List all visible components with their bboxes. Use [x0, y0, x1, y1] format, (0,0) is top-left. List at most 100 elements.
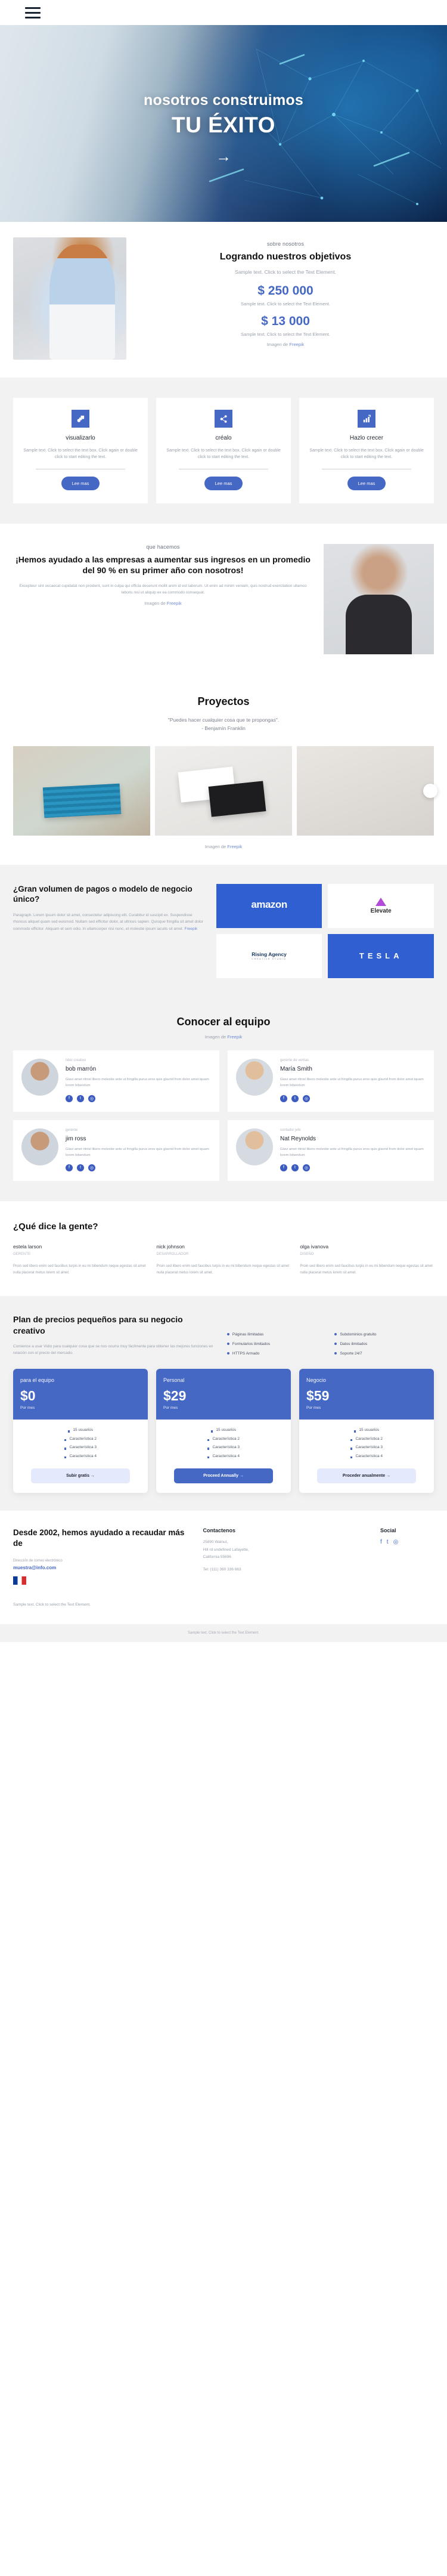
avatar — [21, 1059, 58, 1096]
pricing-plan-card[interactable]: Negocio $59 Por mes 15 usuarios Caracter… — [299, 1369, 434, 1493]
plan-feature-label: 15 usuarios — [359, 1428, 380, 1433]
burger-line — [25, 7, 41, 9]
plan-cta-button[interactable]: Subir gratis → — [31, 1468, 130, 1484]
read-more-button[interactable]: Lee mas — [61, 477, 100, 491]
projects-carousel[interactable]: chevron-right-icon — [13, 746, 437, 836]
member-name: jim ross — [66, 1135, 86, 1142]
twitter-icon[interactable]: t — [387, 1539, 389, 1545]
member-name: Nat Reynolds — [280, 1135, 316, 1142]
member-role: líder creativo — [66, 1059, 86, 1063]
testimonial-text: Proin sed libero enim sed faucibus turpi… — [156, 1264, 290, 1275]
bullet-icon — [334, 1333, 337, 1336]
instagram-icon[interactable]: ◎ — [88, 1164, 95, 1171]
facebook-icon[interactable]: f — [66, 1164, 73, 1171]
feature-title: visualizarlo — [66, 435, 95, 441]
project-slide[interactable] — [297, 746, 434, 836]
footer-social-title: Social — [380, 1527, 396, 1534]
instagram-icon[interactable]: ◎ — [393, 1539, 399, 1545]
plan-feature: Característica 2 — [20, 1437, 141, 1442]
facebook-icon[interactable]: f — [280, 1164, 287, 1171]
project-slide[interactable] — [13, 746, 150, 836]
plan-period: Por mes — [163, 1406, 178, 1411]
feature-card[interactable]: créalo Sample text. Click to select the … — [156, 398, 291, 504]
testimonial-item: estela larson GERENTE Proin sed libero e… — [13, 1244, 147, 1276]
twitter-icon[interactable]: t — [291, 1094, 299, 1102]
hero-subtitle: nosotros construimos — [144, 91, 303, 109]
facebook-icon[interactable]: f — [66, 1094, 73, 1102]
read-more-button[interactable]: Lee mas — [347, 477, 386, 491]
freepik-link[interactable]: Freepik — [184, 927, 197, 931]
chevron-right-icon[interactable]: chevron-right-icon — [423, 783, 437, 798]
bullet-icon — [226, 1352, 229, 1355]
freepik-link[interactable]: Freepik — [227, 1034, 242, 1040]
footer-social: Social f t ◎ — [380, 1527, 434, 1585]
twitter-icon[interactable]: t — [77, 1164, 84, 1171]
pricing-feature: Datos ilimitados — [334, 1340, 434, 1347]
plan-cta-button[interactable]: Proceed Annually → — [174, 1468, 273, 1484]
feature-title: créalo — [215, 435, 232, 441]
features-section: visualizarlo Sample text. Click to selec… — [0, 378, 447, 524]
team-member-card[interactable]: gerente de ventas María Smith Glavi amet… — [228, 1050, 434, 1112]
member-role: gerente de ventas — [280, 1059, 309, 1063]
shapes-icon — [72, 410, 89, 428]
projects-title: Proyectos — [197, 695, 250, 708]
footer-email[interactable]: muestra@info.com — [13, 1565, 190, 1570]
pricing-feature-label: Páginas ilimitadas — [232, 1332, 264, 1337]
team-grid: líder creativo bob marrón Glavi amet rit… — [13, 1050, 434, 1181]
plan-feature-label: Característica 3 — [212, 1445, 240, 1450]
freepik-link[interactable]: Freepik — [227, 844, 242, 849]
what-image-credit: Imagen de Freepik — [13, 601, 313, 606]
team-member-card[interactable]: líder creativo bob marrón Glavi amet rit… — [13, 1050, 219, 1112]
twitter-icon[interactable]: t — [77, 1094, 84, 1102]
instagram-icon[interactable]: ◎ — [88, 1094, 95, 1102]
feature-card[interactable]: Hazlo crecer Sample text. Click to selec… — [299, 398, 434, 504]
feature-text: Sample text. Click to select the text bo… — [166, 449, 281, 460]
amazon-logo[interactable]: amazon — [216, 883, 322, 928]
pricing-feature-label: Soporte 24/7 — [340, 1351, 362, 1356]
project-slide[interactable] — [155, 746, 292, 836]
bullet-icon — [334, 1352, 337, 1355]
pricing-feature: Soporte 24/7 — [334, 1350, 434, 1357]
credit-prefix: Imagen de — [204, 1034, 228, 1040]
footer-social-icons: f t ◎ — [380, 1539, 434, 1545]
read-more-button[interactable]: Lee mas — [204, 477, 243, 491]
hero-arrow-link[interactable]: → — [216, 149, 231, 164]
team-member-card[interactable]: gerente jim ross Glavi amet ritnisl libe… — [13, 1120, 219, 1181]
facebook-icon[interactable]: f — [280, 1094, 287, 1102]
footer-contact-title: Contactenos — [203, 1527, 236, 1534]
freepik-link[interactable]: Freepik — [289, 342, 304, 347]
plan-feature-label: Característica 2 — [212, 1436, 240, 1441]
top-navigation-bar — [0, 0, 447, 25]
node-tree-icon — [215, 410, 232, 428]
instagram-icon[interactable]: ◎ — [303, 1094, 310, 1102]
plan-feature-label: Característica 4 — [355, 1454, 383, 1458]
member-info: líder creativo bob marrón Glavi amet rit… — [66, 1059, 211, 1102]
rising-agency-logo-text: Rising Agency CREATIVE STUDIO — [252, 951, 287, 960]
testimonials-title: ¿Qué dice la gente? — [13, 1221, 98, 1232]
footer-phone[interactable]: Tel: (111) 360 336 663 — [203, 1566, 367, 1573]
elevate-logo[interactable]: Elevate — [328, 883, 434, 928]
team-member-card[interactable]: contador jefe Nat Reynolds Glavi amet ri… — [228, 1120, 434, 1181]
plan-header: Negocio $59 Por mes — [299, 1369, 434, 1420]
hamburger-menu-icon[interactable] — [25, 7, 41, 18]
clients-title: ¿Gran volumen de pagos o modelo de negoc… — [13, 884, 193, 904]
feature-card[interactable]: visualizarlo Sample text. Click to selec… — [13, 398, 148, 504]
footer-brand: Desde 2002, hemos ayudado a recaudar más… — [13, 1527, 190, 1585]
pricing-feature: HTTPS Armado — [226, 1350, 327, 1357]
clients-content: ¿Gran volumen de pagos o modelo de negoc… — [0, 865, 447, 997]
client-logo-grid: amazon Elevate Rising Agency CREATIVE ST… — [216, 883, 434, 978]
bullet-icon — [334, 1343, 337, 1346]
pricing-plan-card[interactable]: para el equipo $0 Por mes 15 usuarios Ca… — [13, 1369, 148, 1493]
pricing-plan-card[interactable]: Personal $29 Por mes 15 usuarios Caracte… — [156, 1369, 291, 1493]
bullet-icon — [350, 1456, 353, 1459]
tesla-logo[interactable]: TESLA — [328, 933, 434, 978]
twitter-icon[interactable]: t — [291, 1164, 299, 1171]
pricing-intro: Plan de precios pequeños para su negocio… — [13, 1314, 215, 1357]
plan-cta-button[interactable]: Proceder anualmente → — [317, 1468, 416, 1484]
rising-agency-logo[interactable]: Rising Agency CREATIVE STUDIO — [216, 933, 322, 978]
plan-feature: Característica 3 — [163, 1445, 284, 1450]
team-image-credit: Imagen de Freepik — [13, 1034, 434, 1040]
freepik-link[interactable]: Freepik — [167, 601, 182, 606]
instagram-icon[interactable]: ◎ — [303, 1164, 310, 1171]
facebook-icon[interactable]: f — [380, 1539, 382, 1545]
